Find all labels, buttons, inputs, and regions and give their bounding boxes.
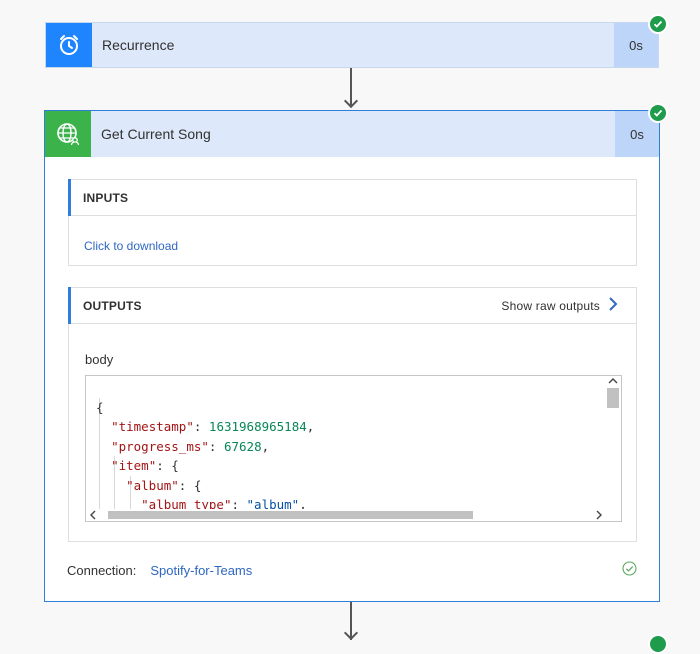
- chevron-right-icon: [608, 296, 618, 315]
- code-line: {: [96, 399, 104, 415]
- vertical-scroll-thumb[interactable]: [607, 388, 619, 408]
- scroll-left-icon[interactable]: [89, 510, 97, 520]
- globe-user-icon: [45, 111, 91, 157]
- body-code-viewer[interactable]: { "timestamp": 1631968965184, "progress_…: [85, 375, 622, 522]
- horizontal-scroll-thumb[interactable]: [108, 511, 473, 519]
- song-step-header[interactable]: Get Current Song 0s: [45, 111, 659, 157]
- outputs-heading: OUTPUTS: [83, 298, 142, 313]
- connection-ok-icon: [622, 561, 637, 581]
- connection-label: Connection:: [67, 563, 137, 578]
- song-title: Get Current Song: [101, 126, 211, 142]
- get-current-song-step-card: Get Current Song 0s INPUTS Click to down…: [44, 110, 660, 602]
- code-line: "progress_ms": 67628,: [111, 438, 270, 454]
- show-raw-outputs-button[interactable]: Show raw outputs: [501, 288, 618, 323]
- show-raw-outputs-label: Show raw outputs: [501, 298, 600, 313]
- click-to-download-link[interactable]: Click to download: [84, 239, 178, 253]
- vertical-scrollbar[interactable]: [605, 376, 621, 521]
- alarm-clock-icon: [46, 23, 92, 67]
- code-line: "timestamp": 1631968965184,: [111, 419, 315, 434]
- body-label: body: [85, 352, 114, 367]
- inputs-panel: INPUTS Click to download: [68, 179, 637, 266]
- outputs-header: OUTPUTS Show raw outputs: [68, 287, 636, 324]
- scroll-up-icon[interactable]: [608, 377, 618, 385]
- arrow-down-icon: [343, 625, 359, 641]
- recurrence-step-card[interactable]: Recurrence 0s: [45, 22, 659, 68]
- recurrence-title: Recurrence: [102, 37, 175, 53]
- scroll-right-icon[interactable]: [595, 510, 603, 520]
- connection-row: Connection: Spotify-for-Teams: [67, 563, 252, 578]
- outputs-panel: OUTPUTS Show raw outputs body { "timesta…: [68, 287, 637, 542]
- arrow-down-icon: [343, 93, 359, 109]
- success-check-icon: [648, 103, 668, 123]
- json-code: { "timestamp": 1631968965184, "progress_…: [96, 378, 314, 522]
- inputs-heading: INPUTS: [68, 179, 636, 216]
- code-line: "album": {: [126, 477, 202, 493]
- code-line: "item": {: [111, 458, 179, 473]
- success-check-icon: [648, 14, 668, 34]
- success-check-icon: [648, 634, 668, 654]
- horizontal-scrollbar[interactable]: [86, 509, 621, 521]
- connection-value[interactable]: Spotify-for-Teams: [150, 563, 252, 578]
